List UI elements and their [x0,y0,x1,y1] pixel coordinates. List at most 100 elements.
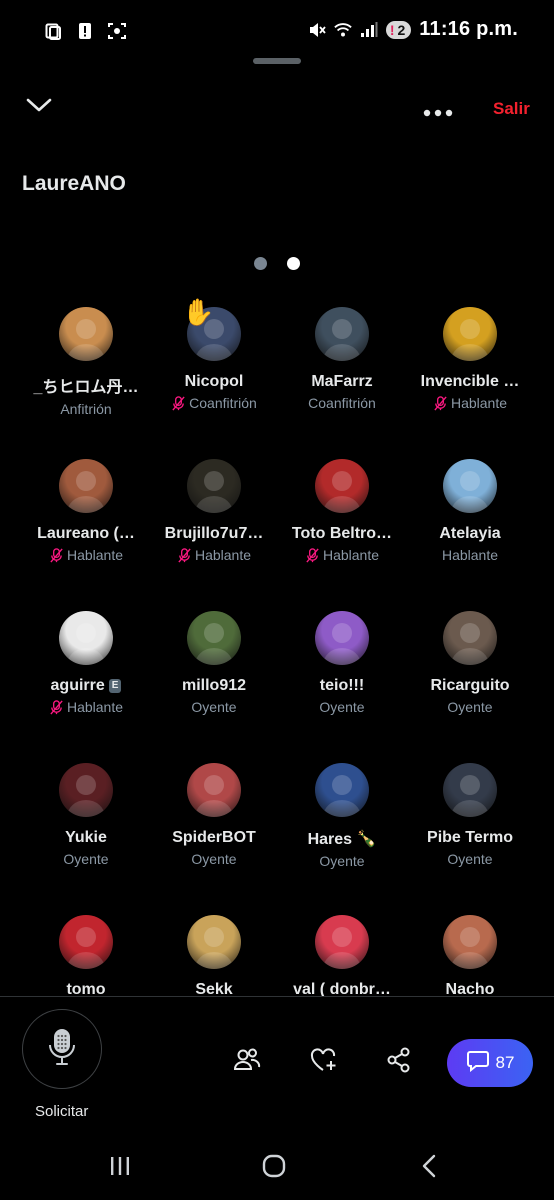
avatar[interactable] [443,763,497,817]
wifi-icon [334,21,352,39]
chevron-down-icon[interactable] [26,96,52,119]
participant-role: Oyente [150,699,278,715]
avatar[interactable] [315,611,369,665]
participant-name-text: Yukie [65,829,107,846]
status-right: ! 2 11:16 p.m. [308,18,518,41]
recent-apps-icon[interactable] [108,1154,132,1183]
page-dot-2-active[interactable] [287,257,300,270]
avatar[interactable] [315,459,369,513]
avatar[interactable] [59,611,113,665]
avatar-silhouette-icon [323,623,361,665]
avatar-silhouette-icon [451,927,489,969]
participant-card[interactable]: Ricarguito Oyente [406,611,534,715]
avatar[interactable] [187,611,241,665]
participant-role: Oyente [406,699,534,715]
share-icon[interactable] [384,1045,414,1075]
participant-name-text: Brujillo7u7… [164,525,264,542]
participant-name: SpiderBOT [150,829,278,847]
avatar[interactable] [315,763,369,817]
avatar[interactable] [187,459,241,513]
participant-name-text: aguirre [50,677,105,694]
avatar[interactable] [59,763,113,817]
avatar-silhouette-icon [67,319,105,361]
participant-card[interactable]: val ( donbr… [278,915,406,999]
participant-role: Hablante [22,547,150,563]
avatar[interactable] [59,459,113,513]
clock: 11:16 p.m. [419,18,518,40]
mute-icon [308,21,326,39]
participant-name: millo912 [150,677,278,695]
participant-name: Nicopol [150,373,278,391]
avatar[interactable] [187,763,241,817]
participant-role-text: Hablante [194,547,252,563]
participant-card[interactable]: aguirre E Hablante [22,611,150,715]
system-navbar [0,1140,554,1200]
participant-card[interactable]: millo912 Oyente [150,611,278,715]
participant-name-text: Atelayia [439,525,501,542]
request-mic-button[interactable] [22,1009,102,1089]
scan-icon [108,22,126,40]
participant-card[interactable]: Invencible … Hablante [406,307,534,411]
participant-card[interactable]: Atelayia Hablante [406,459,534,563]
page-dot-1[interactable] [254,257,267,270]
avatar[interactable] [187,915,241,969]
participant-name: Hares 🍾 [278,829,406,849]
participant-card[interactable]: Nacho [406,915,534,999]
bottom-bar: Solicitar 87 [0,996,554,1137]
mic-off-icon [50,547,63,563]
participant-role: Hablante [278,547,406,563]
participant-card[interactable]: tomo [22,915,150,999]
participant-card[interactable]: Toto Beltro… Hablante [278,459,406,563]
participant-role-text: Coanfitrión [308,395,376,411]
participant-card[interactable]: teio!!! Oyente [278,611,406,715]
request-label: Solicitar [35,1103,89,1120]
back-icon[interactable] [420,1154,440,1183]
heart-add-icon[interactable] [309,1045,339,1075]
alert-icon [76,22,94,40]
participant-card[interactable]: Pibe Termo Oyente [406,763,534,867]
participant-card[interactable]: ✋ Nicopol Coanfitrión [150,297,278,411]
avatar[interactable] [443,307,497,361]
participant-role-text: Hablante [322,547,380,563]
participant-card[interactable]: Laureano (… Hablante [22,459,150,563]
participant-name-text: Hares 🍾 [307,831,377,848]
participant-card[interactable]: Sekk [150,915,278,999]
leave-button[interactable]: Salir [493,99,530,119]
avatar[interactable] [59,915,113,969]
participant-card[interactable]: Brujillo7u7… Hablante [150,459,278,563]
participant-card[interactable]: Yukie Oyente [22,763,150,867]
people-icon[interactable] [232,1045,262,1075]
avatar-silhouette-icon [323,927,361,969]
avatar[interactable] [315,307,369,361]
chat-button[interactable]: 87 [447,1039,533,1087]
participant-name-text: Laureano (… [37,525,135,542]
participant-role: Oyente [22,851,150,867]
avatar[interactable] [443,611,497,665]
participant-role: Oyente [278,853,406,869]
avatar[interactable] [443,915,497,969]
participant-card[interactable]: SpiderBOT Oyente [150,763,278,867]
participant-role-text: Hablante [66,699,124,715]
participant-role-text: Hablante [66,547,124,563]
participant-role-text: Coanfitrión [189,395,257,411]
participant-name-text: _ちヒロム丹… [33,379,139,396]
participant-card[interactable]: _ちヒロム丹… Anfitrión [22,307,150,417]
participant-role-text: Hablante [450,395,508,411]
mic-off-icon [178,547,191,563]
avatar[interactable] [443,459,497,513]
avatar-silhouette-icon [195,927,233,969]
avatar[interactable] [315,915,369,969]
avatar-silhouette-icon [67,471,105,513]
participant-card[interactable]: Hares 🍾 Oyente [278,763,406,869]
sheet-handle[interactable] [253,58,301,64]
mic-off-icon [50,699,63,715]
participant-card[interactable]: MaFarrz Coanfitrión [278,307,406,411]
microphone-icon [47,1027,77,1072]
more-icon[interactable] [422,98,454,124]
space-title: LaureANO [22,172,126,195]
participant-name-text: millo912 [181,677,247,694]
home-icon[interactable] [262,1154,286,1183]
avatar-silhouette-icon [451,775,489,817]
avatar[interactable] [59,307,113,361]
avatar-silhouette-icon [451,623,489,665]
